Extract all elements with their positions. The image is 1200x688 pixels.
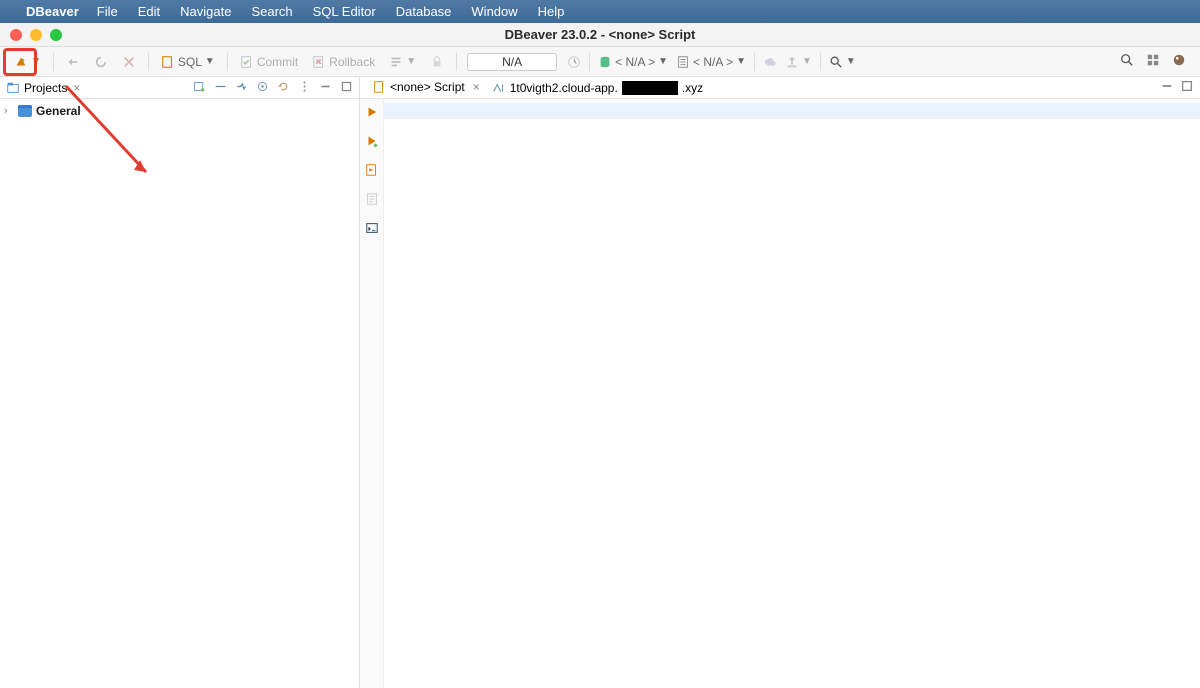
editor-area: <none> Script × 1t0vigth2.cloud-app. .xyz — [360, 77, 1200, 688]
editor-tab2-prefix: 1t0vigth2.cloud-app. — [510, 81, 618, 95]
redacted-text — [622, 81, 678, 95]
collapse-all-icon[interactable] — [214, 80, 227, 96]
history-icon[interactable] — [563, 53, 585, 71]
chevron-down-icon: ▼ — [736, 56, 746, 67]
script-icon — [372, 80, 386, 94]
new-project-icon[interactable] — [193, 80, 206, 96]
chevron-right-icon: › — [4, 105, 14, 117]
reconnect-button[interactable] — [90, 53, 112, 71]
chevron-down-icon: ▼ — [205, 56, 215, 67]
search-icon[interactable]: ▼ — [825, 53, 860, 71]
chevron-down-icon: ▼ — [31, 56, 41, 67]
editor-current-line — [384, 103, 1200, 119]
explain-plan-icon[interactable] — [365, 192, 379, 211]
execute-new-tab-icon[interactable] — [365, 134, 379, 153]
editor-body — [360, 99, 1200, 688]
main-toolbar: ▼ SQL ▼ Commit Rollback ▼ N/A — [0, 47, 1200, 77]
projects-tree: › General — [0, 99, 359, 123]
projects-panel: Projects × › General — [0, 77, 360, 688]
new-connection-button[interactable]: ▼ — [10, 53, 45, 71]
minimize-editor-icon[interactable] — [1160, 79, 1174, 96]
macos-menubar: DBeaver File Edit Navigate Search SQL Ed… — [0, 0, 1200, 23]
dbeaver-perspective-icon[interactable] — [1172, 53, 1186, 70]
sql-editor-textarea[interactable] — [384, 99, 1200, 688]
chevron-down-icon: ▼ — [658, 56, 668, 67]
editor-gutter — [360, 99, 384, 688]
datasource-selector[interactable]: N/A — [467, 53, 557, 71]
projects-icon — [6, 81, 20, 95]
editor-tab2-suffix: .xyz — [682, 81, 703, 95]
rollback-button[interactable]: Rollback — [308, 53, 379, 71]
window-title: DBeaver 23.0.2 - <none> Script — [0, 27, 1200, 42]
sql-editor-button[interactable]: SQL ▼ — [157, 53, 219, 71]
close-icon[interactable]: × — [73, 81, 80, 95]
view-menu-icon[interactable] — [298, 80, 311, 96]
database-selector[interactable]: < N/A > ▼ — [594, 53, 672, 71]
lock-icon[interactable] — [426, 53, 448, 71]
rollback-label: Rollback — [329, 55, 375, 69]
chevron-down-icon: ▼ — [406, 56, 416, 67]
projects-panel-header: Projects × — [0, 77, 359, 99]
link-editor-icon[interactable] — [235, 80, 248, 96]
menubar-app-name[interactable]: DBeaver — [26, 4, 79, 19]
tree-item-label: General — [36, 104, 81, 118]
sql-label: SQL — [178, 55, 202, 69]
menu-navigate[interactable]: Navigate — [180, 4, 231, 19]
menu-database[interactable]: Database — [396, 4, 452, 19]
editor-tab-script[interactable]: <none> Script × — [366, 77, 486, 98]
tree-root-item[interactable]: › General — [4, 103, 355, 119]
db-na-label: < N/A > — [615, 55, 655, 69]
workspace: Projects × › General — [0, 77, 1200, 688]
commit-label: Commit — [257, 55, 298, 69]
projects-panel-title: Projects — [24, 81, 67, 95]
show-server-output-icon[interactable] — [365, 221, 379, 240]
chevron-down-icon: ▼ — [802, 56, 812, 67]
commit-button[interactable]: Commit — [236, 53, 302, 71]
close-icon[interactable]: × — [473, 80, 480, 94]
minimize-panel-icon[interactable] — [319, 80, 332, 96]
schema-selector[interactable]: < N/A > ▼ — [672, 53, 750, 71]
schema-na-label: < N/A > — [693, 55, 733, 69]
transaction-mode-button[interactable]: ▼ — [385, 53, 420, 71]
menu-sql-editor[interactable]: SQL Editor — [313, 4, 376, 19]
menu-file[interactable]: File — [97, 4, 118, 19]
folder-icon — [18, 105, 32, 117]
disconnect-button[interactable] — [118, 53, 140, 71]
perspective-icon[interactable] — [1146, 53, 1160, 70]
menu-edit[interactable]: Edit — [138, 4, 160, 19]
menu-search[interactable]: Search — [251, 4, 292, 19]
toolbar-search-icon[interactable] — [1120, 53, 1134, 70]
execute-script-icon[interactable] — [365, 163, 379, 182]
chevron-down-icon: ▼ — [846, 56, 856, 67]
editor-tab-label: <none> Script — [390, 80, 465, 94]
editor-tab-connection[interactable]: 1t0vigth2.cloud-app. .xyz — [486, 77, 709, 98]
configure-columns-icon[interactable] — [256, 80, 269, 96]
export-icon[interactable]: ▼ — [781, 53, 816, 71]
maximize-panel-icon[interactable] — [340, 80, 353, 96]
connection-icon — [492, 81, 506, 95]
execute-icon[interactable] — [365, 105, 379, 124]
editor-tabbar: <none> Script × 1t0vigth2.cloud-app. .xyz — [360, 77, 1200, 99]
cloud-icon[interactable] — [759, 53, 781, 71]
menu-help[interactable]: Help — [538, 4, 565, 19]
window-titlebar: DBeaver 23.0.2 - <none> Script — [0, 23, 1200, 47]
refresh-icon[interactable] — [277, 80, 290, 96]
maximize-editor-icon[interactable] — [1180, 79, 1194, 96]
connect-button[interactable] — [62, 53, 84, 71]
menu-window[interactable]: Window — [471, 4, 517, 19]
